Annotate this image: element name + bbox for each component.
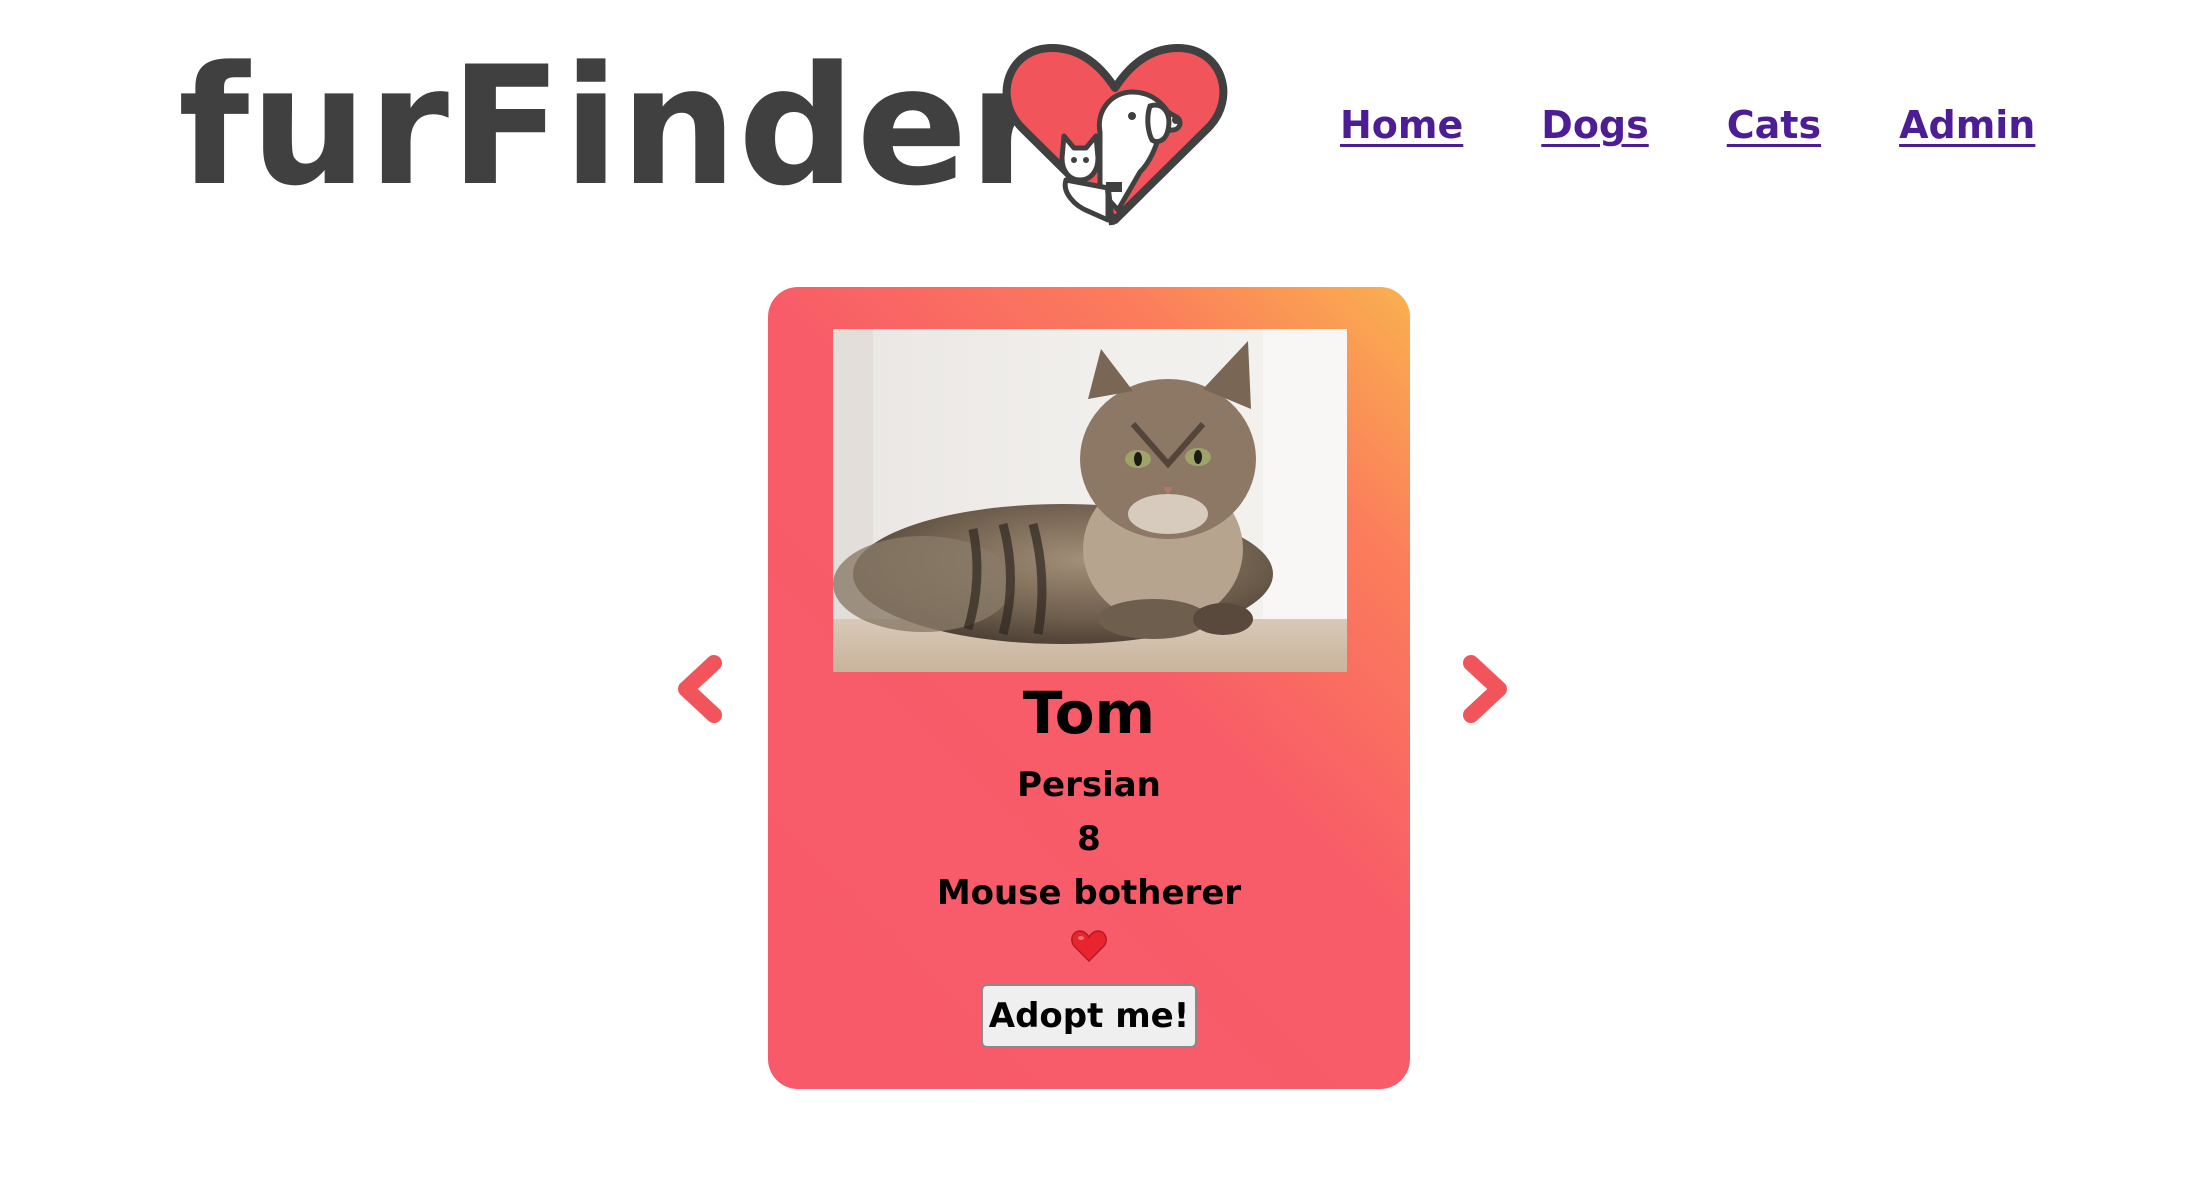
pet-breed: Persian xyxy=(1017,765,1161,805)
nav-cats-link[interactable]: Cats xyxy=(1727,103,1821,147)
pet-card: Tom Persian 8 Mouse botherer Adopt me! xyxy=(768,287,1410,1089)
nav-home-link[interactable]: Home xyxy=(1340,103,1463,147)
pet-description: Mouse botherer xyxy=(936,873,1242,913)
page: furFinder Home Dogs Cats Admin Tom Persi… xyxy=(0,0,2188,1196)
pet-age: 8 xyxy=(1077,819,1101,859)
site-title: furFinder xyxy=(178,31,1051,222)
adopt-button[interactable]: Adopt me! xyxy=(981,984,1197,1048)
chevron-left-icon[interactable] xyxy=(670,655,730,723)
main-nav: Home Dogs Cats Admin xyxy=(1340,103,2035,147)
nav-admin-link[interactable]: Admin xyxy=(1899,103,2035,147)
heart-with-dog-and-cat-icon xyxy=(1002,44,1228,226)
red-heart-icon[interactable] xyxy=(1071,929,1107,963)
nav-dogs-link[interactable]: Dogs xyxy=(1541,103,1648,147)
pet-photo xyxy=(833,329,1347,672)
pet-name: Tom xyxy=(1022,679,1156,747)
chevron-right-icon[interactable] xyxy=(1455,655,1515,723)
